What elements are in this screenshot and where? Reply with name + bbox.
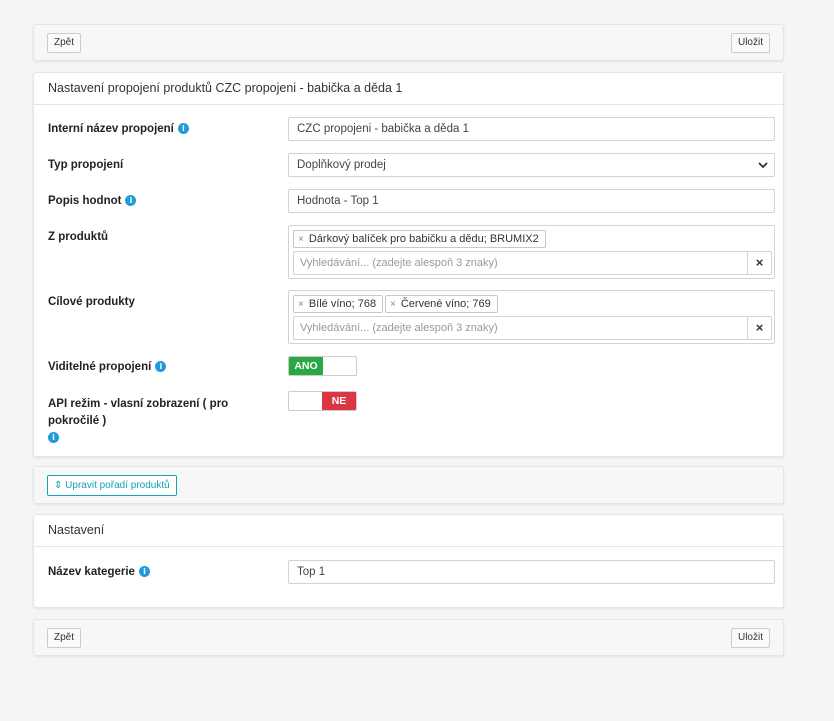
type-select[interactable]: Doplňkový prodej — [288, 153, 775, 177]
target-products-label: Cílové produkty — [48, 296, 135, 308]
target-products-row: Cílové produkty × Bílé víno; 768 × Červené… — [34, 290, 783, 344]
toggle-off-state: NE — [322, 392, 356, 410]
target-products-search-input[interactable]: Vyhledávání... (zadejte alespoň 3 znaky) — [293, 316, 748, 340]
toggle-on-state: ANO — [289, 357, 323, 375]
save-button[interactable]: Uložit — [730, 33, 770, 53]
internal-name-input[interactable]: CZC propojeni - babička a děda 1 — [288, 117, 775, 141]
target-products-tagbox[interactable]: × Bílé víno; 768 × Červené víno; 769 Vyhle… — [288, 290, 775, 344]
settings-card-title: Nastavení — [34, 515, 783, 547]
visible-label: Viditelné propojení i — [48, 361, 167, 373]
card-title: Nastavení propojení produktů CZC propoje… — [34, 73, 783, 105]
type-label: Typ propojení — [48, 159, 124, 171]
clear-search-button[interactable]: × — [747, 316, 772, 340]
internal-name-label: Interní název propojení i — [48, 123, 189, 135]
value-desc-input[interactable]: Hodnota - Top 1 — [288, 189, 775, 213]
close-icon[interactable]: × — [298, 234, 304, 245]
visible-toggle[interactable]: ANO — [288, 356, 357, 376]
from-products-search-input[interactable]: Vyhledávání... (zadejte alespoň 3 znaky) — [293, 251, 748, 275]
from-products-row: Z produktů × Dárkový balíček pro babičku … — [34, 225, 783, 279]
from-products-label: Z produktů — [48, 231, 109, 243]
from-products-tagbox[interactable]: × Dárkový balíček pro babičku a dědu; BRU… — [288, 225, 775, 279]
category-name-input[interactable]: Top 1 — [288, 560, 775, 584]
api-mode-label: API režim - vlasní zobrazení ( pro pokro… — [48, 398, 229, 443]
settings-card: Nastavení Název kategerie i Top 1 — [33, 514, 784, 608]
info-icon[interactable]: i — [138, 566, 150, 577]
close-icon: × — [755, 320, 764, 335]
product-tag: × Bílé víno; 768 — [293, 295, 384, 313]
category-name-row: Název kategerie i Top 1 — [34, 560, 783, 584]
product-tag: × Dárkový balíček pro babičku a dědu; BRU… — [293, 230, 546, 248]
clear-search-button[interactable]: × — [747, 251, 772, 275]
order-toolbar: ⇕ Upravit pořadí produktů — [33, 466, 784, 504]
edit-product-order-button[interactable]: ⇕ Upravit pořadí produktů — [47, 475, 177, 496]
sort-icon: ⇕ — [54, 480, 63, 491]
close-icon: × — [755, 255, 764, 270]
value-desc-row: Popis hodnot i Hodnota - Top 1 — [34, 189, 783, 213]
internal-name-row: Interní název propojení i CZC propojeni -… — [34, 117, 783, 141]
type-select-value: Doplňkový prodej — [297, 159, 386, 171]
category-name-label: Název kategerie i — [48, 566, 150, 578]
visible-row: Viditelné propojení i ANO — [34, 356, 783, 376]
top-toolbar: Zpět Uložit — [33, 24, 784, 61]
save-button[interactable]: Uložit — [730, 628, 770, 648]
chevron-down-icon — [758, 154, 768, 183]
bottom-toolbar: Zpět Uložit — [33, 619, 784, 656]
close-icon[interactable]: × — [390, 299, 396, 310]
close-icon[interactable]: × — [298, 299, 304, 310]
api-mode-row: API režim - vlasní zobrazení ( pro pokro… — [34, 391, 783, 443]
link-settings-card: Nastavení propojení produktů CZC propoje… — [33, 72, 784, 457]
back-button[interactable]: Zpět — [47, 628, 82, 648]
type-row: Typ propojení Doplňkový prodej — [34, 153, 783, 177]
info-icon[interactable]: i — [125, 195, 137, 206]
product-tag: × Červené víno; 769 — [385, 295, 498, 313]
api-mode-toggle[interactable]: NE — [288, 391, 357, 411]
info-icon[interactable]: i — [48, 432, 59, 443]
info-icon[interactable]: i — [155, 361, 167, 372]
info-icon[interactable]: i — [177, 123, 189, 134]
value-desc-label: Popis hodnot i — [48, 195, 137, 207]
back-button[interactable]: Zpět — [47, 33, 82, 53]
page: Zpět Uložit Nastavení propojení produktů… — [0, 0, 834, 721]
